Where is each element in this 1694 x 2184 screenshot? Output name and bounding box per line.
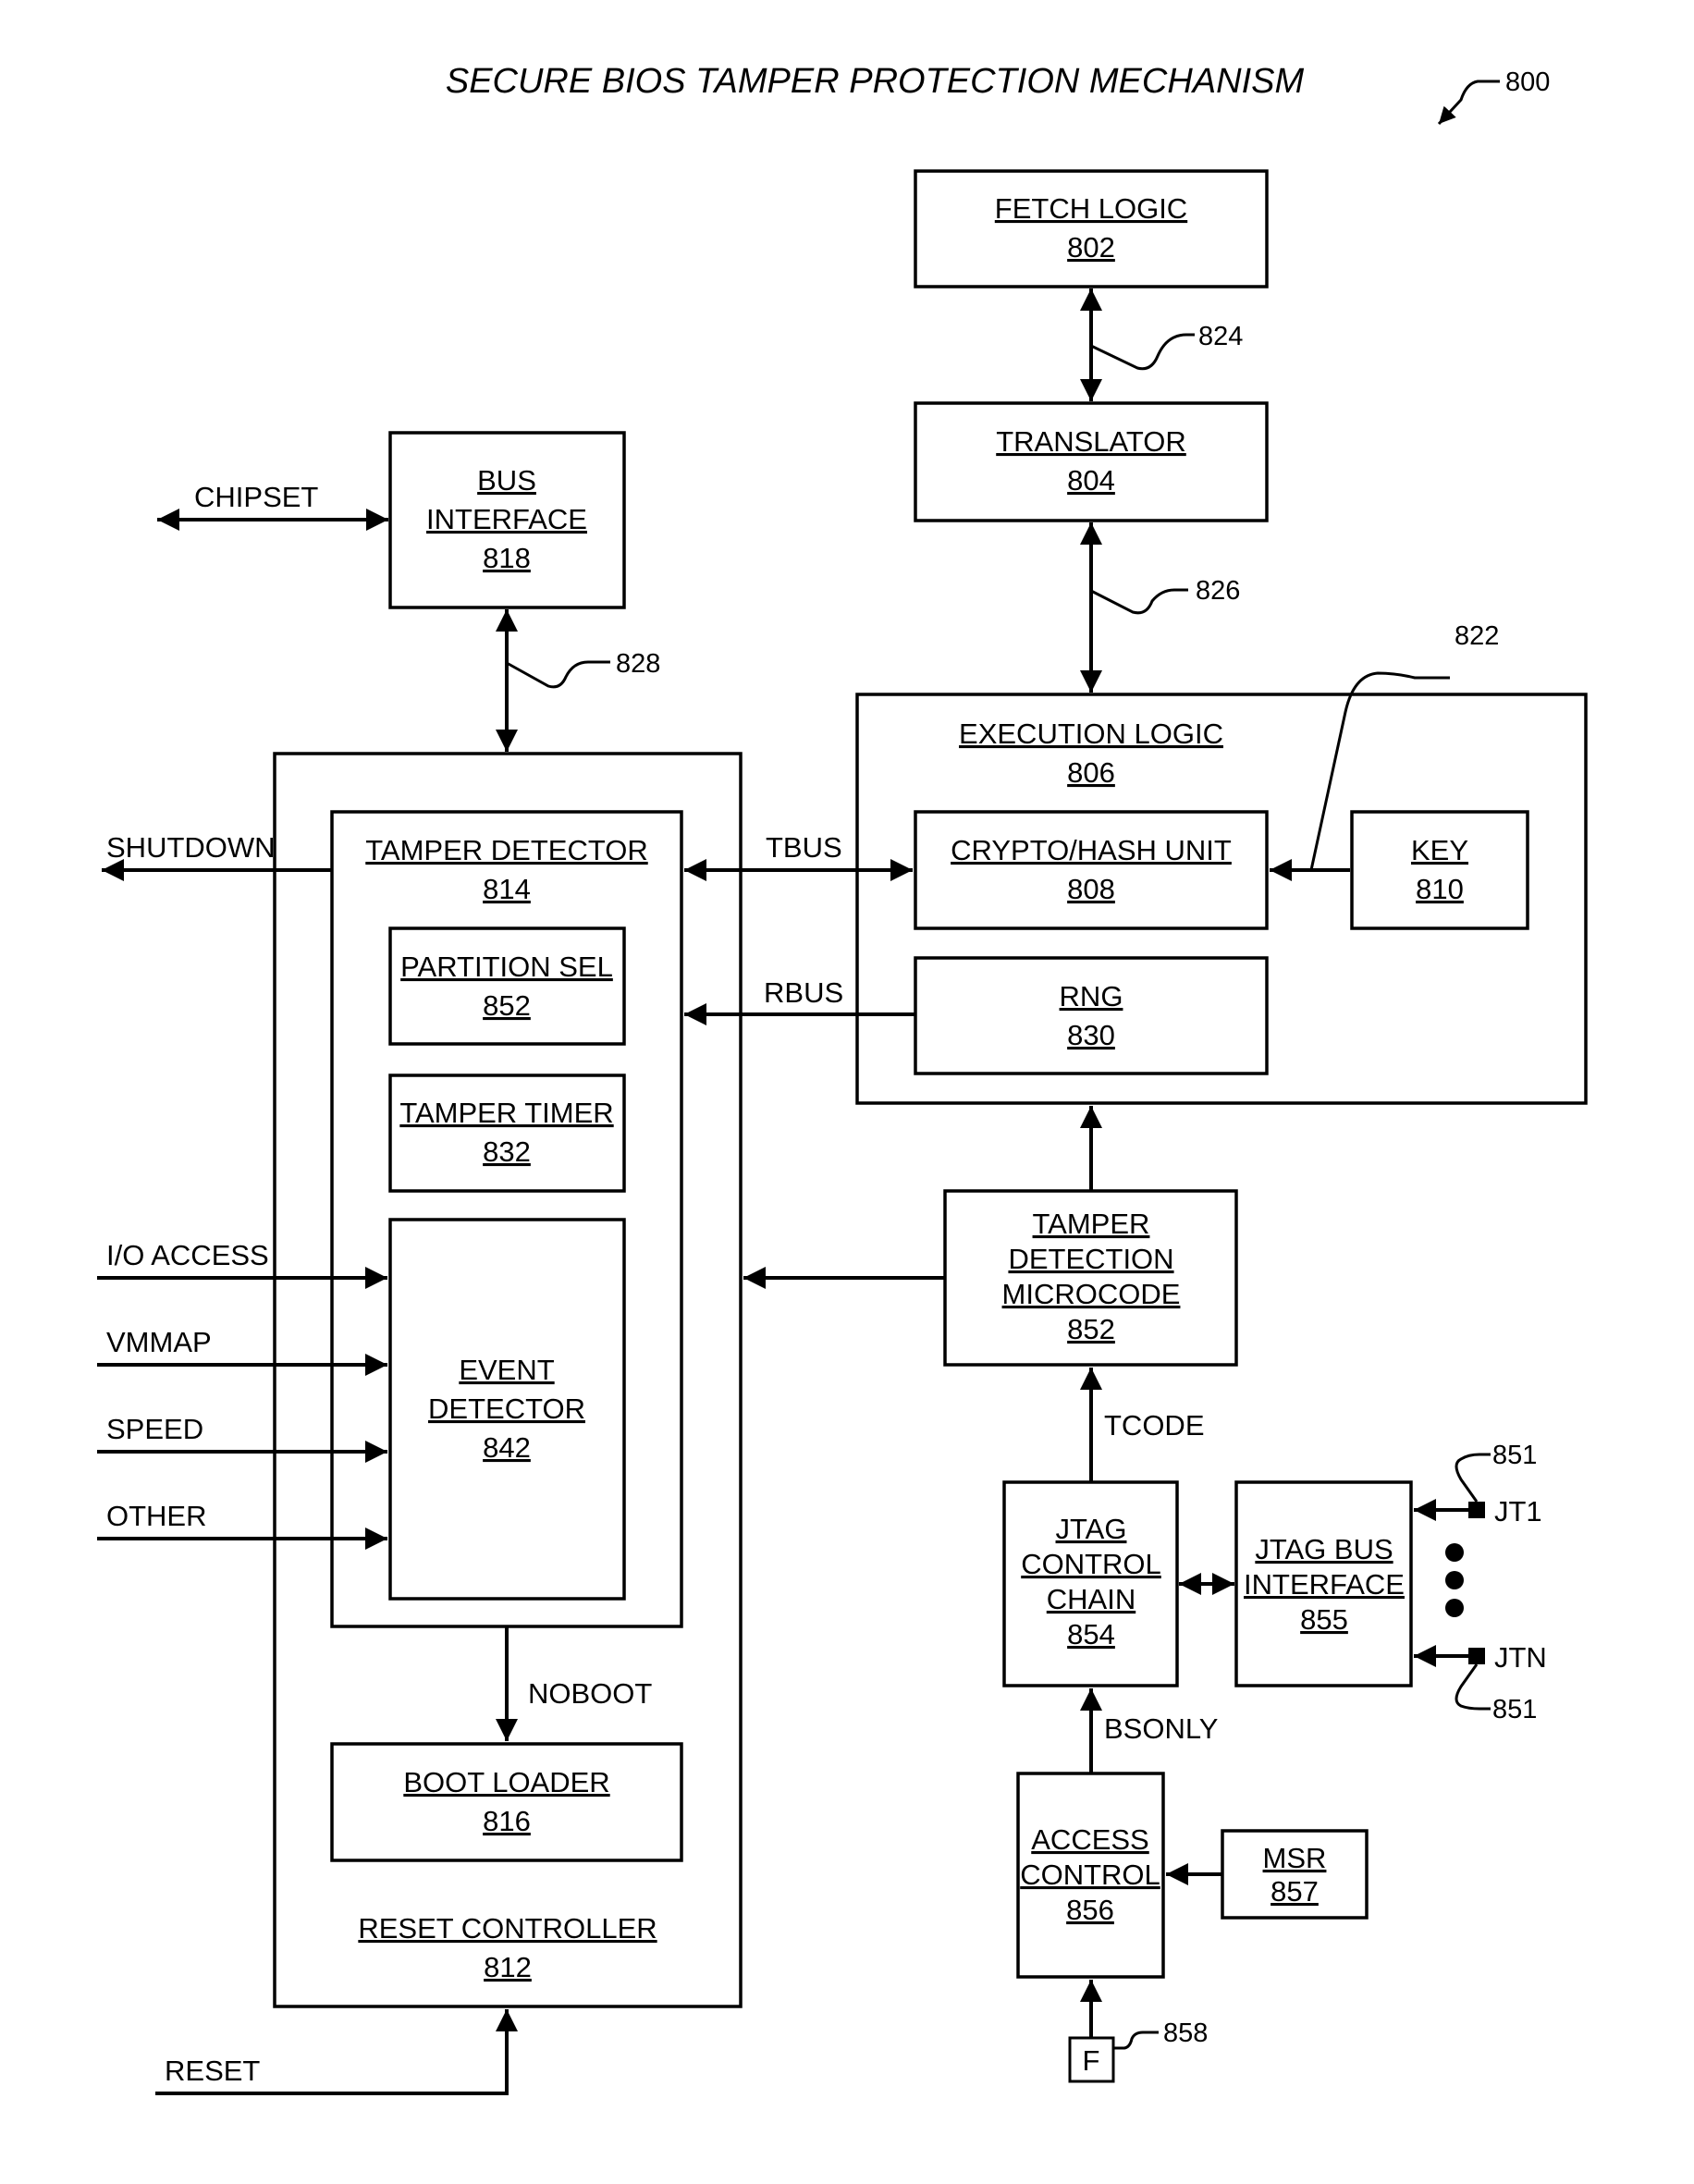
boot-loader-label: BOOT LOADER: [403, 1766, 609, 1798]
figure-ref-800: 800: [1505, 67, 1550, 97]
shutdown-label: SHUTDOWN: [106, 831, 276, 864]
fetch-logic-block: FETCH LOGIC 802: [914, 169, 1269, 288]
tdm-label-1: TAMPER: [1033, 1208, 1150, 1240]
event-detector-label-1: EVENT: [459, 1354, 554, 1386]
jt1-pin: [1468, 1502, 1485, 1518]
leader-828: [506, 660, 610, 689]
leader-826: [1090, 588, 1188, 615]
jtag-control-chain-block: JTAG CONTROL CHAIN 854: [1002, 1480, 1179, 1687]
jtn-pin: [1468, 1648, 1485, 1664]
ellipsis-dot-3: [1445, 1599, 1464, 1617]
key-label: KEY: [1411, 834, 1468, 866]
tdm-label-3: MICROCODE: [1002, 1278, 1181, 1310]
fuse-label: F: [1083, 2044, 1100, 2077]
jtag-cc-label-2: CONTROL: [1021, 1548, 1161, 1580]
rbus-label: RBUS: [764, 976, 843, 1009]
partition-sel-label: PARTITION SEL: [400, 951, 613, 983]
bus-interface-label-2: INTERFACE: [426, 503, 587, 535]
bus-interface-ref: 818: [483, 542, 531, 574]
execution-logic-label: EXECUTION LOGIC: [959, 718, 1223, 750]
bus-interface-block: BUS INTERFACE 818: [388, 431, 626, 609]
msr-label: MSR: [1263, 1842, 1327, 1874]
leader-851-top: [1455, 1453, 1491, 1503]
leader-851-bottom: [1455, 1663, 1491, 1711]
jtag-bi-ref: 855: [1300, 1603, 1348, 1636]
crypto-hash-unit-block: CRYPTO/HASH UNIT 808: [914, 810, 1269, 930]
figure-ref-arrow: [1437, 80, 1500, 126]
translator-label: TRANSLATOR: [996, 425, 1186, 458]
partition-sel-block: PARTITION SEL 852: [388, 926, 626, 1046]
tdm-ref: 852: [1067, 1313, 1115, 1345]
rng-ref: 830: [1067, 1019, 1115, 1051]
jtn-label: JTN: [1494, 1641, 1547, 1674]
crypto-hash-unit-label: CRYPTO/HASH UNIT: [951, 834, 1232, 866]
event-detector-ref: 842: [483, 1431, 531, 1464]
rng-label: RNG: [1060, 980, 1123, 1012]
leader-858: [1113, 2031, 1159, 2050]
tamper-timer-label: TAMPER TIMER: [399, 1097, 613, 1129]
ellipsis-dot-2: [1445, 1571, 1464, 1589]
tamper-detector-ref: 814: [483, 873, 531, 905]
ref-824: 824: [1198, 322, 1243, 351]
boot-loader-ref: 816: [483, 1805, 531, 1837]
key-ref: 810: [1416, 873, 1464, 905]
event-detector-block: EVENT DETECTOR 842: [388, 1218, 626, 1601]
jtag-bi-label-1: JTAG BUS: [1255, 1533, 1393, 1565]
diagram-canvas: SECURE BIOS TAMPER PROTECTION MECHANISM …: [97, 62, 1588, 2095]
translator-ref: 804: [1067, 464, 1115, 497]
translator-block: TRANSLATOR 804: [914, 401, 1269, 522]
event-detector-label-2: DETECTOR: [428, 1393, 585, 1425]
msr-ref: 857: [1270, 1875, 1319, 1908]
tbus-label: TBUS: [766, 831, 842, 864]
speed-label: SPEED: [106, 1413, 203, 1445]
ref-828: 828: [616, 649, 660, 679]
access-control-ref: 856: [1066, 1894, 1114, 1926]
tamper-timer-ref: 832: [483, 1135, 531, 1168]
other-label: OTHER: [106, 1500, 207, 1532]
jt1-label: JT1: [1494, 1495, 1542, 1528]
jtag-bus-interface-block: JTAG BUS INTERFACE 855: [1234, 1480, 1413, 1687]
access-control-block: ACCESS CONTROL 856: [1016, 1772, 1165, 1979]
bsonly-label: BSONLY: [1104, 1712, 1218, 1745]
reset-controller-label: RESET CONTROLLER: [358, 1912, 657, 1945]
msr-block: MSR 857: [1221, 1829, 1369, 1920]
bus-interface-label-1: BUS: [477, 464, 536, 497]
vmmap-label: VMMAP: [106, 1326, 212, 1358]
chipset-label: CHIPSET: [194, 481, 318, 513]
fetch-logic-label: FETCH LOGIC: [995, 192, 1187, 225]
noboot-label: NOBOOT: [528, 1677, 652, 1710]
tcode-label: TCODE: [1104, 1409, 1205, 1442]
boot-loader-block: BOOT LOADER 816: [330, 1742, 683, 1862]
fuse-block: F: [1068, 2036, 1115, 2083]
partition-sel-ref: 852: [483, 989, 531, 1022]
crypto-hash-unit-ref: 808: [1067, 873, 1115, 905]
tamper-timer-block: TAMPER TIMER 832: [388, 1074, 626, 1193]
ref-851-top: 851: [1492, 1441, 1537, 1470]
rng-block: RNG 830: [914, 956, 1269, 1075]
ref-858: 858: [1163, 2018, 1208, 2048]
leader-824: [1090, 333, 1195, 371]
figure-title: SECURE BIOS TAMPER PROTECTION MECHANISM: [446, 62, 1305, 101]
jtag-cc-label-1: JTAG: [1056, 1513, 1127, 1545]
ref-826: 826: [1196, 576, 1240, 606]
execution-logic-ref: 806: [1067, 756, 1115, 789]
reset-controller-ref: 812: [484, 1951, 532, 1983]
fetch-logic-ref: 802: [1067, 231, 1115, 264]
access-control-label-2: CONTROL: [1020, 1859, 1160, 1891]
ref-851-bottom: 851: [1492, 1695, 1537, 1724]
jtag-cc-label-3: CHAIN: [1047, 1583, 1135, 1615]
ref-822: 822: [1455, 621, 1499, 651]
key-block: KEY 810: [1350, 810, 1529, 930]
jtag-cc-ref: 854: [1067, 1618, 1115, 1650]
io-access-label: I/O ACCESS: [106, 1239, 269, 1271]
tamper-detector-label: TAMPER DETECTOR: [365, 834, 647, 866]
access-control-label-1: ACCESS: [1031, 1823, 1148, 1856]
tamper-detection-microcode-block: TAMPER DETECTION MICROCODE 852: [943, 1189, 1238, 1367]
tdm-label-2: DETECTION: [1008, 1243, 1173, 1275]
jtag-bi-label-2: INTERFACE: [1244, 1568, 1405, 1601]
reset-label: RESET: [165, 2055, 260, 2087]
ellipsis-dot-1: [1445, 1543, 1464, 1562]
